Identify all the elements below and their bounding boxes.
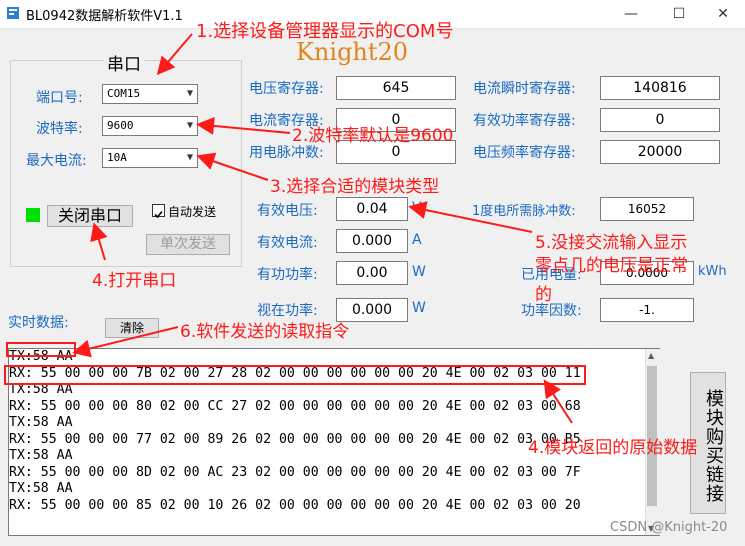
annotation-tx-command: 6.软件发送的读取指令 [180, 322, 350, 342]
arrow-tx [72, 326, 179, 358]
arrow-baud [196, 116, 291, 135]
annotation-select-com: 1.选择设备管理器显示的COM号 [196, 21, 454, 42]
annotation-rx-data: 4.模块返回的原始数据 [528, 438, 698, 458]
arrow-com [156, 33, 193, 76]
annotation-no-ac-line3: 的 [535, 285, 552, 305]
annotation-module-type: 3.选择合适的模块类型 [270, 177, 440, 197]
arrow-voltage [408, 201, 533, 233]
annotation-no-ac-line1: 5.没接交流输入显示 [535, 233, 688, 253]
arrow-open-port [90, 222, 108, 261]
annotation-no-ac-line2: 零点几的电压是正常 [535, 256, 688, 276]
arrow-module-type [196, 152, 269, 181]
arrow-rx [543, 379, 573, 424]
csdn-credit: CSDN @Knight-20 [610, 520, 728, 535]
annotation-open-port: 4.打开串口 [92, 271, 177, 291]
annotation-baud-default: 2.波特率默认是9600 [292, 126, 454, 146]
